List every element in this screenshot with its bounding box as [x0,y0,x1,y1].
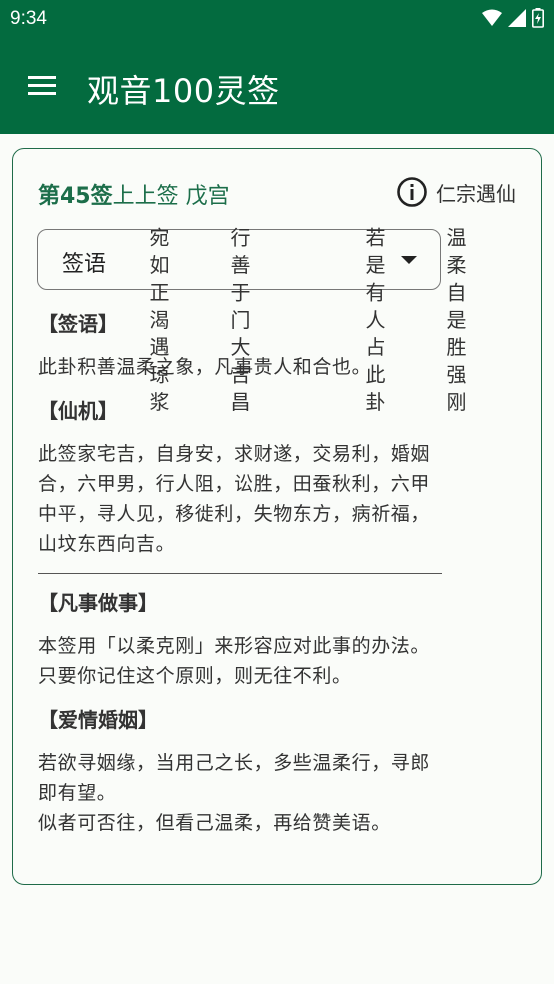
app-title: 观音100灵签 [87,72,280,110]
app-bar: 观音100灵签 [0,38,554,134]
status-time: 9:34 [10,8,47,29]
menu-button[interactable] [24,71,60,101]
poem-line: 若是有人占此卦 [362,227,386,419]
info-icon[interactable] [396,176,428,208]
poem-line: 温柔自是胜强刚 [443,227,467,419]
hamburger-menu-icon [28,76,56,95]
status-icons [482,8,544,28]
section-heading: 【爱情婚姻】 [38,708,158,732]
sign-title: 第45签上上签 戊宫 [38,178,230,210]
poem-line: 宛如正渴遇琼浆 [146,227,170,419]
sign-poem: 温柔自是胜强刚 若是有人占此卦 行善于门大吉昌 宛如正渴遇琼浆 [146,227,522,687]
cellular-signal-icon [508,9,526,27]
deity-name: 仁宗遇仙 [436,181,516,206]
sign-number: 第45签 [38,184,113,209]
section-body: 若欲寻姻缘，当用己之长，多些温柔行，寻郎即有望。 似者可否往，但看己温柔，再给赞… [38,752,431,834]
poem-line: 行善于门大吉昌 [227,227,251,419]
sign-card: 第45签上上签 戊宫 仁宗遇仙 签语 【签语】 此卦积善温柔之象，凡事贵人和合也… [12,148,542,885]
battery-icon [532,8,544,28]
deity-row: 仁宗遇仙 [396,176,516,208]
sign-rank: 上上签 戊宫 [112,184,230,209]
status-bar: 9:34 [0,0,554,38]
wifi-icon [482,9,502,26]
